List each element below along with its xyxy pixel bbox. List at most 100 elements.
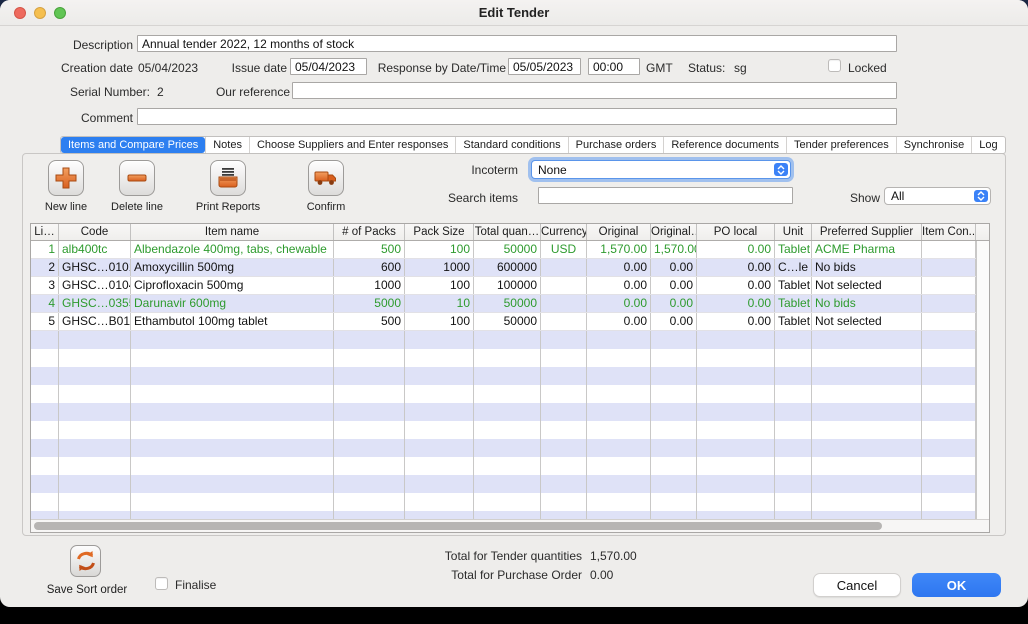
cell-original bbox=[587, 457, 651, 475]
cell-original2: 1,570.00 bbox=[651, 241, 697, 258]
cell-code: GHSC…B0103 bbox=[59, 313, 131, 330]
cell-po_local bbox=[697, 403, 775, 421]
locked-checkbox[interactable] bbox=[828, 59, 841, 72]
cell-currency bbox=[541, 349, 587, 367]
delete-line-button[interactable] bbox=[119, 160, 155, 196]
table-row[interactable]: 2GHSC…0101Amoxycillin 500mg6001000600000… bbox=[31, 259, 989, 277]
cell-preferred_supplier: Not selected bbox=[812, 313, 922, 330]
cell-code bbox=[59, 349, 131, 367]
column-header-item_name[interactable]: Item name bbox=[131, 224, 334, 240]
cell-currency bbox=[541, 439, 587, 457]
cell-pack_size: 1000 bbox=[405, 259, 474, 276]
response-time-input[interactable] bbox=[588, 58, 640, 75]
cell-original2: 0.00 bbox=[651, 259, 697, 276]
tab-synchronise[interactable]: Synchronise bbox=[896, 137, 972, 153]
column-header-line[interactable]: Li… bbox=[31, 224, 59, 240]
tab-standard-conditions[interactable]: Standard conditions bbox=[455, 137, 567, 153]
cell-original2: 0.00 bbox=[651, 295, 697, 312]
cell-unit: C…le bbox=[775, 259, 812, 276]
description-input[interactable] bbox=[137, 35, 897, 52]
cell-original bbox=[587, 475, 651, 493]
tab-notes[interactable]: Notes bbox=[205, 137, 249, 153]
table-vertical-scrollbar[interactable] bbox=[976, 241, 989, 520]
column-header-po_local[interactable]: PO local bbox=[697, 224, 775, 240]
column-header-currency[interactable]: Currency bbox=[541, 224, 587, 240]
tab-log[interactable]: Log bbox=[971, 137, 1004, 153]
cell-original2 bbox=[651, 475, 697, 493]
cell-item_con bbox=[922, 439, 976, 457]
cell-total_quan bbox=[474, 331, 541, 349]
cell-packs: 5000 bbox=[334, 295, 405, 312]
confirm-button[interactable] bbox=[308, 160, 344, 196]
show-dropdown[interactable]: All bbox=[884, 187, 991, 205]
cell-currency bbox=[541, 277, 587, 294]
cell-code: GHSC…0101 bbox=[59, 259, 131, 276]
table-body: 1alb400tcAlbendazole 400mg, tabs, chewab… bbox=[31, 241, 989, 520]
cell-item_con bbox=[922, 295, 976, 312]
our-reference-label: Our reference bbox=[200, 85, 290, 99]
cell-item_name: Ciprofloxacin 500mg bbox=[131, 277, 334, 294]
comment-input[interactable] bbox=[137, 108, 897, 125]
cell-original2 bbox=[651, 439, 697, 457]
column-header-original2[interactable]: Original… bbox=[651, 224, 697, 240]
column-header-original[interactable]: Original bbox=[587, 224, 651, 240]
printer-icon bbox=[215, 165, 241, 191]
tab-choose-suppliers-and-enter-responses[interactable]: Choose Suppliers and Enter responses bbox=[249, 137, 455, 153]
cell-po_local bbox=[697, 421, 775, 439]
cell-preferred_supplier: Not selected bbox=[812, 277, 922, 294]
table-horizontal-scrollbar[interactable] bbox=[31, 519, 989, 532]
tab-reference-documents[interactable]: Reference documents bbox=[663, 137, 786, 153]
issue-date-input[interactable] bbox=[290, 58, 367, 75]
empty-table-row bbox=[31, 475, 989, 493]
new-line-button[interactable] bbox=[48, 160, 84, 196]
horizontal-scrollbar-thumb[interactable] bbox=[34, 522, 882, 530]
cancel-button[interactable]: Cancel bbox=[813, 573, 901, 597]
table-row[interactable]: 5GHSC…B0103Ethambutol 100mg tablet500100… bbox=[31, 313, 989, 331]
tab-items-and-compare-prices[interactable]: Items and Compare Prices bbox=[61, 137, 205, 153]
search-items-input[interactable] bbox=[538, 187, 793, 204]
our-reference-input[interactable] bbox=[292, 82, 897, 99]
finalise-checkbox[interactable] bbox=[155, 577, 168, 590]
tab-purchase-orders[interactable]: Purchase orders bbox=[568, 137, 664, 153]
cell-line: 3 bbox=[31, 277, 59, 294]
table-row[interactable]: 1alb400tcAlbendazole 400mg, tabs, chewab… bbox=[31, 241, 989, 259]
column-header-item_con[interactable]: Item Con.. bbox=[922, 224, 976, 240]
cell-original: 0.00 bbox=[587, 295, 651, 312]
timezone-label: GMT bbox=[646, 61, 673, 75]
cell-unit: Tablet bbox=[775, 295, 812, 312]
cell-line bbox=[31, 331, 59, 349]
cell-item_con bbox=[922, 367, 976, 385]
column-header-packs[interactable]: # of Packs bbox=[334, 224, 405, 240]
print-reports-button[interactable] bbox=[210, 160, 246, 196]
tab-tender-preferences[interactable]: Tender preferences bbox=[786, 137, 896, 153]
creation-date-label: Creation date bbox=[40, 61, 133, 75]
column-header-unit[interactable]: Unit bbox=[775, 224, 812, 240]
cell-packs bbox=[334, 385, 405, 403]
cell-preferred_supplier bbox=[812, 385, 922, 403]
cell-item_name bbox=[131, 331, 334, 349]
cell-code bbox=[59, 367, 131, 385]
cell-line bbox=[31, 457, 59, 475]
response-date-input[interactable] bbox=[508, 58, 581, 75]
column-header-pack_size[interactable]: Pack Size bbox=[405, 224, 474, 240]
table-row[interactable]: 4GHSC…0355Darunavir 600mg500010500000.00… bbox=[31, 295, 989, 313]
cell-line bbox=[31, 493, 59, 511]
cell-unit: Tablet bbox=[775, 313, 812, 330]
column-header-preferred_supplier[interactable]: Preferred Supplier bbox=[812, 224, 922, 240]
cell-total_quan: 50000 bbox=[474, 295, 541, 312]
table-row[interactable]: 3GHSC…0104Ciprofloxacin 500mg10001001000… bbox=[31, 277, 989, 295]
cell-line bbox=[31, 385, 59, 403]
cell-po_local bbox=[697, 475, 775, 493]
cell-currency bbox=[541, 331, 587, 349]
cell-preferred_supplier bbox=[812, 421, 922, 439]
column-header-code[interactable]: Code bbox=[59, 224, 131, 240]
cell-pack_size bbox=[405, 367, 474, 385]
column-header-total_quan[interactable]: Total quan… bbox=[474, 224, 541, 240]
save-sort-order-button[interactable] bbox=[70, 545, 101, 577]
delete-line-label: Delete line bbox=[101, 201, 173, 213]
chevron-updown-icon bbox=[974, 190, 988, 202]
cell-total_quan bbox=[474, 421, 541, 439]
incoterm-dropdown[interactable]: None bbox=[531, 160, 791, 179]
ok-button[interactable]: OK bbox=[912, 573, 1001, 597]
empty-table-row bbox=[31, 349, 989, 367]
